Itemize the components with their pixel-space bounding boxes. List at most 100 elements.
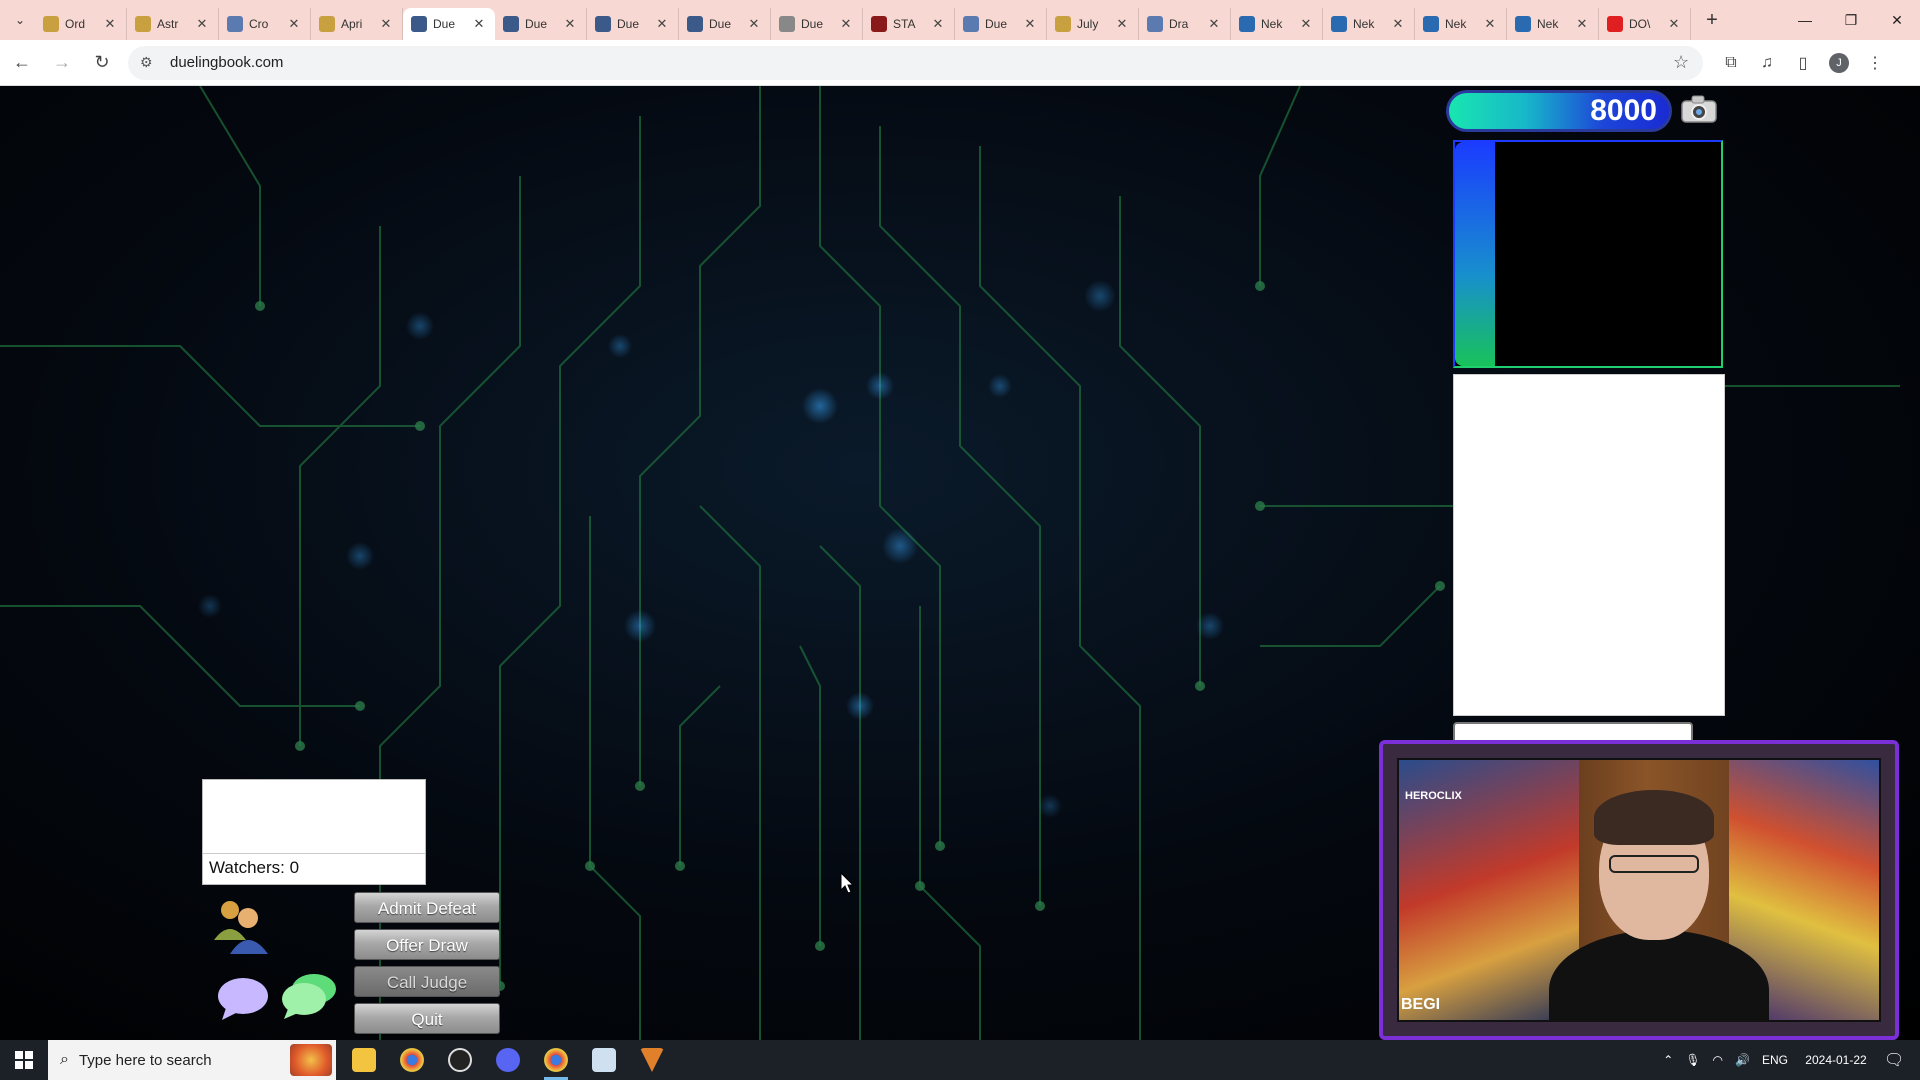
- minimize-button[interactable]: —: [1782, 0, 1828, 40]
- poster-bottom-text: BEGI: [1401, 996, 1441, 1013]
- public-chat-icon[interactable]: [216, 976, 270, 1022]
- tab-close-icon[interactable]: ✕: [562, 16, 578, 32]
- media-controls-icon[interactable]: ♫: [1749, 45, 1785, 81]
- tab-close-icon[interactable]: ✕: [1574, 16, 1590, 32]
- offer-draw-button[interactable]: Offer Draw: [354, 929, 500, 960]
- chrome-taskbar-button[interactable]: [388, 1040, 436, 1080]
- browser-tab[interactable]: July ✕: [1047, 8, 1139, 40]
- tab-close-icon[interactable]: ✕: [654, 16, 670, 32]
- tab-title: Dra: [1169, 17, 1189, 31]
- system-tray: ⌃ 🎙 ◠ 🔊 ENG 2024-01-22 🗨: [1657, 1040, 1920, 1080]
- life-points-bar: 8000: [1446, 90, 1672, 132]
- card-text-panel: [1453, 374, 1725, 716]
- tab-favicon-icon: [1239, 16, 1255, 32]
- tab-close-icon[interactable]: ✕: [1298, 16, 1314, 32]
- browser-tab[interactable]: Apri ✕: [311, 8, 403, 40]
- extensions-icon[interactable]: ⧉: [1713, 45, 1749, 81]
- tray-chevron-icon[interactable]: ⌃: [1663, 1053, 1673, 1067]
- webcam-feed: HEROCLIX BEGI: [1397, 758, 1881, 1022]
- url-text[interactable]: duelingbook.com: [170, 54, 1673, 71]
- browser-tab[interactable]: Due ✕: [771, 8, 863, 40]
- tab-title: Due: [617, 17, 640, 31]
- users-icon[interactable]: [210, 896, 274, 956]
- windows-logo-icon: [15, 1051, 33, 1069]
- new-tab-button[interactable]: +: [1697, 9, 1727, 32]
- tab-close-icon[interactable]: ✕: [378, 16, 394, 32]
- file-explorer-taskbar-button[interactable]: [340, 1040, 388, 1080]
- tab-close-icon[interactable]: ✕: [746, 16, 762, 32]
- browser-tab[interactable]: Cro ✕: [219, 8, 311, 40]
- discord-taskbar-button[interactable]: [484, 1040, 532, 1080]
- browser-tab[interactable]: Nek ✕: [1415, 8, 1507, 40]
- bookmark-star-icon[interactable]: ☆: [1673, 52, 1703, 73]
- start-button[interactable]: [0, 1040, 48, 1080]
- tab-title: STA: [893, 17, 916, 31]
- obs-taskbar-button[interactable]: [436, 1040, 484, 1080]
- wifi-icon[interactable]: ◠: [1713, 1053, 1723, 1067]
- tab-favicon-icon: [963, 16, 979, 32]
- language-indicator[interactable]: ENG: [1762, 1053, 1788, 1067]
- search-icon: ⌕: [60, 1051, 69, 1068]
- taskbar-search-placeholder: Type here to search: [78, 1051, 212, 1069]
- volume-icon[interactable]: 🔊: [1735, 1053, 1750, 1067]
- private-chat-icon[interactable]: [280, 971, 338, 1021]
- tab-close-icon[interactable]: ✕: [1482, 16, 1498, 32]
- tab-favicon-icon: [687, 16, 703, 32]
- quit-button[interactable]: Quit: [354, 1003, 500, 1034]
- restore-button[interactable]: ❐: [1828, 0, 1874, 40]
- browser-tab[interactable]: Due ✕: [955, 8, 1047, 40]
- tab-favicon-icon: [227, 16, 243, 32]
- card-preview-stripe: [1455, 142, 1495, 366]
- tab-close-icon[interactable]: ✕: [1390, 16, 1406, 32]
- tab-close-icon[interactable]: ✕: [930, 16, 946, 32]
- browser-tab[interactable]: Nek ✕: [1507, 8, 1599, 40]
- chrome-icon: [400, 1048, 424, 1072]
- browser-tab[interactable]: Nek ✕: [1231, 8, 1323, 40]
- clock-date[interactable]: 2024-01-22: [1800, 1053, 1872, 1067]
- tab-favicon-icon: [871, 16, 887, 32]
- browser-tab[interactable]: DO\ ✕: [1599, 8, 1691, 40]
- address-bar[interactable]: ⚙ duelingbook.com ☆: [128, 45, 1703, 80]
- back-button[interactable]: ←: [4, 45, 40, 81]
- tab-search-button[interactable]: ⌄: [5, 5, 35, 35]
- tab-title: Due: [709, 17, 732, 31]
- tab-favicon-icon: [1515, 16, 1531, 32]
- tab-close-icon[interactable]: ✕: [286, 16, 302, 32]
- side-panel-icon[interactable]: ▯: [1785, 45, 1821, 81]
- tab-favicon-icon: [595, 16, 611, 32]
- notifications-icon[interactable]: 🗨: [1884, 1050, 1914, 1070]
- watchers-panel: Watchers: 0: [202, 779, 426, 885]
- tab-close-icon[interactable]: ✕: [102, 16, 118, 32]
- call-judge-button[interactable]: Call Judge: [354, 966, 500, 997]
- browser-tab[interactable]: Due ✕: [403, 8, 495, 40]
- tab-close-icon[interactable]: ✕: [194, 16, 210, 32]
- taskbar-search-box[interactable]: ⌕ Type here to search: [48, 1040, 336, 1080]
- browser-tab[interactable]: STA ✕: [863, 8, 955, 40]
- microphone-icon[interactable]: 🎙: [1685, 1053, 1700, 1067]
- site-info-icon[interactable]: ⚙: [140, 54, 160, 71]
- tab-close-icon[interactable]: ✕: [1114, 16, 1130, 32]
- tab-close-icon[interactable]: ✕: [1666, 16, 1682, 32]
- profile-avatar[interactable]: J: [1829, 52, 1849, 73]
- menu-kebab-icon[interactable]: ⋮: [1857, 45, 1893, 81]
- close-window-button[interactable]: ✕: [1874, 0, 1920, 40]
- notepad-taskbar-button[interactable]: [580, 1040, 628, 1080]
- browser-tab[interactable]: Due ✕: [495, 8, 587, 40]
- browser-tab[interactable]: Nek ✕: [1323, 8, 1415, 40]
- browser-tab[interactable]: Due ✕: [679, 8, 771, 40]
- tab-close-icon[interactable]: ✕: [838, 16, 854, 32]
- tab-close-icon[interactable]: ✕: [471, 16, 487, 32]
- chrome-taskbar-button-2[interactable]: [532, 1040, 580, 1080]
- admit-defeat-button[interactable]: Admit Defeat: [354, 892, 500, 923]
- forward-button[interactable]: →: [44, 45, 80, 81]
- tab-close-icon[interactable]: ✕: [1022, 16, 1038, 32]
- browser-tab[interactable]: Dra ✕: [1139, 8, 1231, 40]
- camera-icon[interactable]: [1680, 94, 1718, 124]
- browser-tab[interactable]: Ord ✕: [35, 8, 127, 40]
- browser-tab[interactable]: Astr ✕: [127, 8, 219, 40]
- app-taskbar-button[interactable]: [628, 1040, 676, 1080]
- tab-title: Cro: [249, 17, 269, 31]
- browser-tab[interactable]: Due ✕: [587, 8, 679, 40]
- reload-button[interactable]: ↻: [84, 45, 120, 81]
- tab-close-icon[interactable]: ✕: [1206, 16, 1222, 32]
